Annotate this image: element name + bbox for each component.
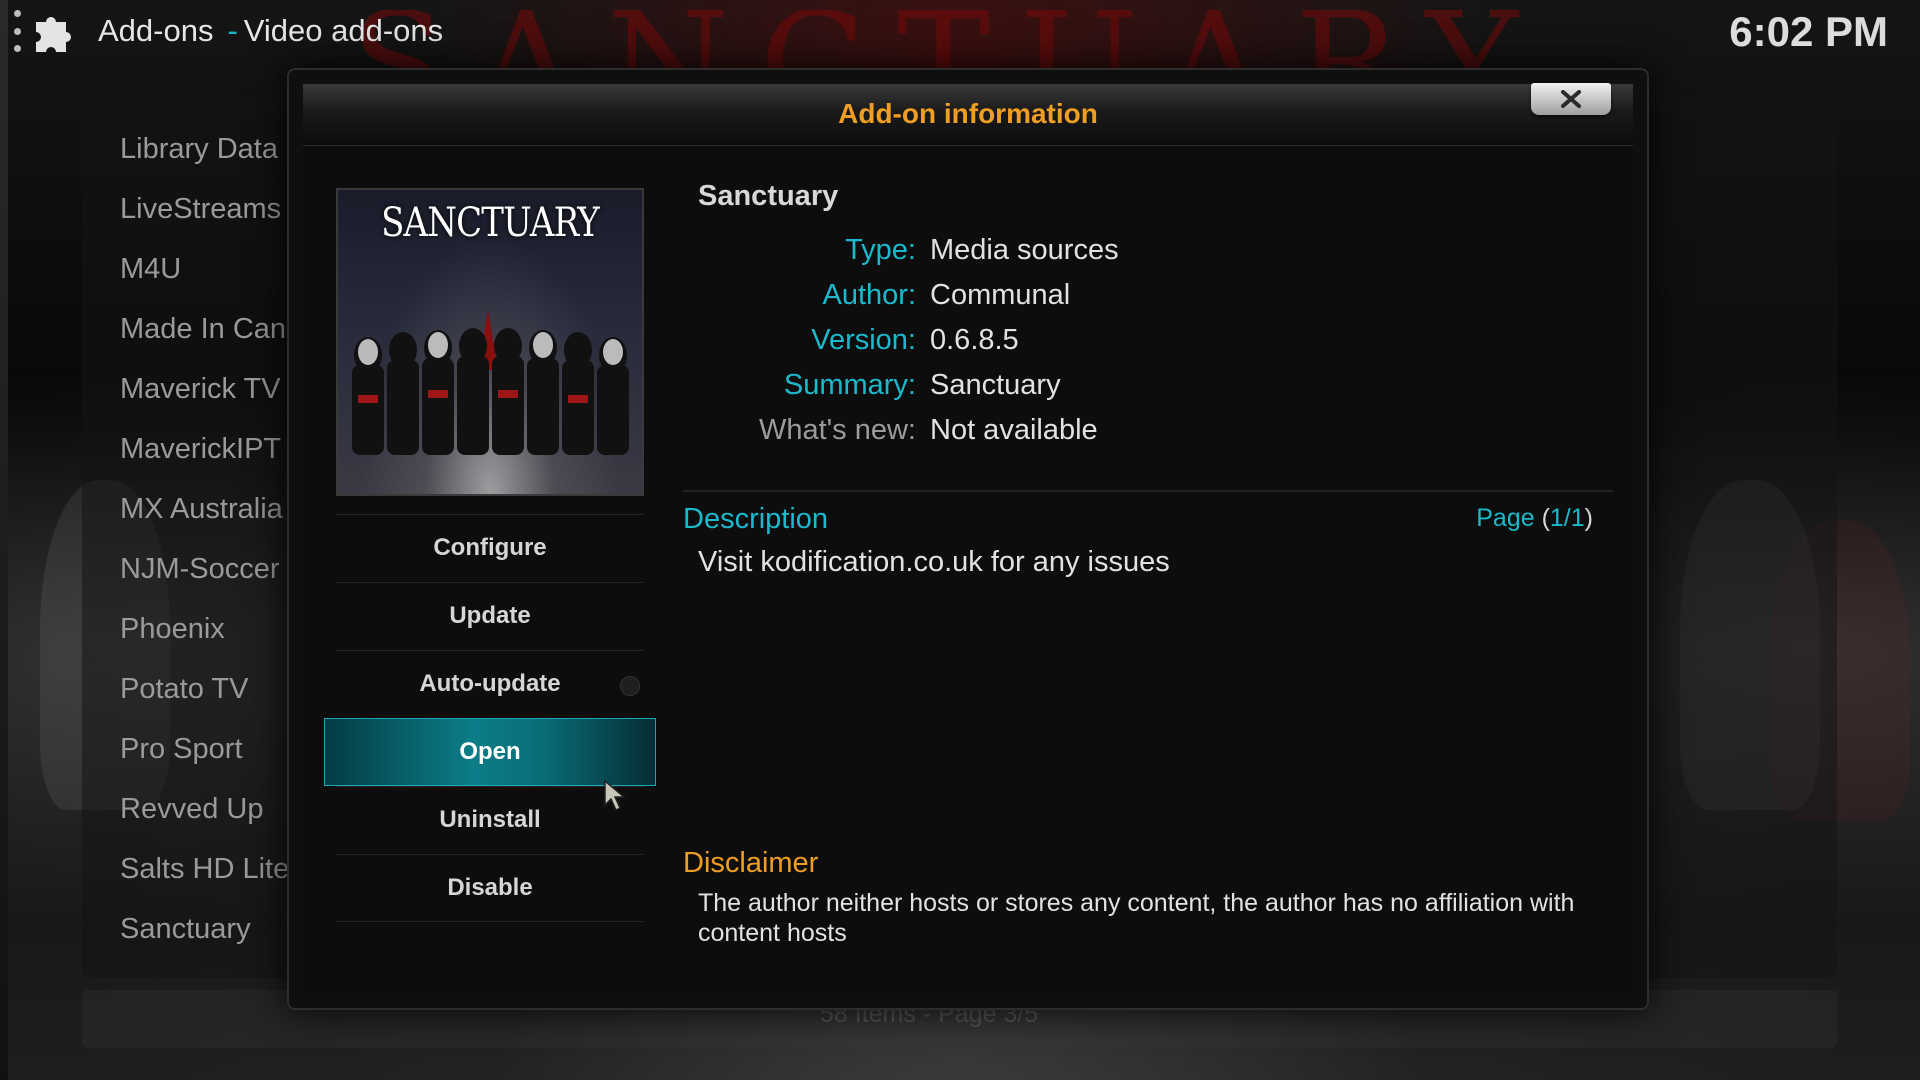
left-edge-strip xyxy=(0,0,8,1080)
meta-label: What's new: xyxy=(758,414,916,446)
list-item[interactable]: M4U xyxy=(120,248,295,308)
breadcrumb-subsection: Video add-ons xyxy=(243,13,444,48)
list-item[interactable]: Salts HD Lite xyxy=(120,848,295,908)
dialog-titlebar: Add-on information xyxy=(303,84,1633,146)
breadcrumb-section: Add-ons xyxy=(98,13,214,48)
meta-value: Media sources xyxy=(930,234,1119,266)
update-button[interactable]: Update xyxy=(336,582,644,650)
meta-value: 0.6.8.5 xyxy=(930,324,1019,356)
disable-button[interactable]: Disable xyxy=(336,854,644,922)
disclaimer-text: The author neither hosts or stores any c… xyxy=(698,889,1575,947)
puzzle-icon xyxy=(36,17,71,52)
action-list: Configure Update Auto-update Open Uninst… xyxy=(324,514,656,922)
meta-label: Type: xyxy=(845,234,916,266)
meta-row-author: Author: Communal xyxy=(683,275,1283,320)
meta-label: Author: xyxy=(822,279,917,311)
addon-meta: Type: Media sources Author: Communal Versi… xyxy=(683,230,1283,455)
meta-value: Not available xyxy=(930,414,1098,446)
addon-list: Library Data LiveStreams M4U Made In Can… xyxy=(120,128,295,968)
auto-update-toggle[interactable]: Auto-update xyxy=(336,650,644,718)
meta-value: Sanctuary xyxy=(930,369,1061,401)
page-paren-close: ) xyxy=(1584,504,1593,532)
description-heading: Description xyxy=(683,503,829,535)
close-icon xyxy=(1561,90,1581,108)
meta-row-type: Type: Media sources xyxy=(683,230,1283,275)
meta-label: Summary: xyxy=(783,369,916,401)
header: Add-ons - Video add-ons 6:02 PM xyxy=(0,0,1920,64)
addon-name: Sanctuary xyxy=(698,180,839,212)
breadcrumb: Add-ons - Video add-ons xyxy=(98,10,443,52)
list-item[interactable]: Pro Sport xyxy=(120,728,295,788)
thumbnail-title: SANCTUARY xyxy=(381,200,600,246)
toggle-indicator-icon xyxy=(620,676,640,696)
list-item[interactable]: Revved Up xyxy=(120,788,295,848)
close-button[interactable] xyxy=(1531,83,1611,115)
dialog-body: Add-on information SANCTUARY Configure U… xyxy=(303,83,1633,994)
mouse-pointer-icon xyxy=(604,779,627,812)
page-paren-open: ( xyxy=(1541,504,1550,532)
list-item[interactable]: Maverick TV xyxy=(120,368,295,428)
list-item[interactable]: MX Australia xyxy=(120,488,295,548)
meta-row-whats-new: What's new: Not available xyxy=(683,410,1283,455)
configure-button[interactable]: Configure xyxy=(336,514,644,582)
auto-update-label: Auto-update xyxy=(419,670,561,697)
breadcrumb-separator: - xyxy=(227,13,238,48)
page-value: 1/1 xyxy=(1549,504,1585,532)
list-item[interactable]: Made In Can xyxy=(120,308,295,368)
meta-value: Communal xyxy=(930,279,1071,311)
thumbnail-figures xyxy=(352,310,629,455)
uninstall-button[interactable]: Uninstall xyxy=(336,786,644,854)
description-text: Visit kodification.co.uk for any issues xyxy=(698,546,1170,578)
meta-row-version: Version: 0.6.8.5 xyxy=(683,320,1283,365)
list-item[interactable]: LiveStreams xyxy=(120,188,295,248)
addon-thumbnail: SANCTUARY xyxy=(336,188,644,496)
list-item[interactable]: Phoenix xyxy=(120,608,295,668)
list-item[interactable]: NJM-Soccer xyxy=(120,548,295,608)
list-item[interactable]: Potato TV xyxy=(120,668,295,728)
list-item[interactable]: MaverickIPT xyxy=(120,428,295,488)
list-item[interactable]: Library Data xyxy=(120,128,295,188)
divider xyxy=(683,490,1613,492)
meta-row-summary: Summary: Sanctuary xyxy=(683,365,1283,410)
dialog-title: Add-on information xyxy=(838,98,1098,129)
clock: 6:02 PM xyxy=(1729,8,1888,55)
open-button[interactable]: Open xyxy=(324,718,656,786)
disclaimer-heading: Disclaimer xyxy=(683,847,819,879)
addon-info-dialog: Add-on information SANCTUARY Configure U… xyxy=(287,68,1649,1010)
menu-dots-icon[interactable] xyxy=(12,10,22,52)
list-item[interactable]: Sanctuary xyxy=(120,908,295,968)
meta-label: Version: xyxy=(811,324,916,356)
page-label: Page xyxy=(1476,504,1535,532)
page-indicator: Page (1/1) xyxy=(1476,504,1593,533)
